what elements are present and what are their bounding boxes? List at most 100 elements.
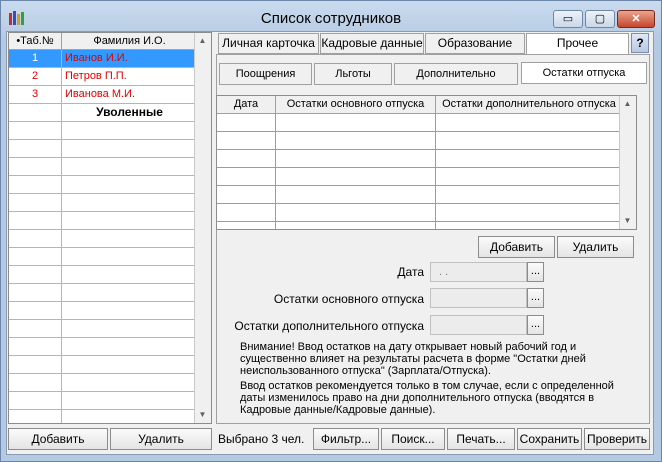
empty-cell [9, 338, 62, 355]
empty-cell [9, 122, 62, 139]
col-date[interactable]: Дата [217, 96, 276, 113]
date-label: Дата [397, 265, 424, 279]
empty-cell [9, 176, 62, 193]
employee-name: Петров П.П. [62, 68, 201, 85]
maximize-button[interactable]: ▢ [585, 10, 615, 28]
col-extra-leave[interactable]: Остатки дополнительного отпуска [436, 96, 623, 113]
empty-cell [436, 150, 623, 167]
tab-personal-card[interactable]: Личная карточка [218, 33, 319, 54]
empty-cell [276, 168, 436, 185]
leave-row-empty[interactable] [217, 168, 636, 186]
recommendation-note: Ввод остатков рекомендуется только в том… [240, 380, 614, 416]
employee-row-empty[interactable] [9, 140, 211, 158]
empty-cell [9, 320, 62, 337]
employee-name: Иванов И.И. [62, 50, 201, 67]
help-button[interactable]: ? [631, 33, 649, 53]
employee-row-empty[interactable] [9, 266, 211, 284]
col-full-name[interactable]: Фамилия И.О. [62, 33, 198, 49]
empty-cell [9, 248, 62, 265]
employee-grid-header: •Таб.№ Фамилия И.О. [9, 33, 211, 50]
maximize-icon: ▢ [594, 13, 606, 25]
subtab-benefits[interactable]: Льготы [314, 63, 392, 85]
tab-hr-data[interactable]: Кадровые данные [320, 33, 424, 54]
leave-row-empty[interactable] [217, 114, 636, 132]
empty-cell [217, 150, 276, 167]
leave-rows [217, 114, 636, 229]
subtab-leave-balance[interactable]: Остатки отпуска [521, 62, 647, 84]
scroll-down-icon[interactable]: ▼ [620, 213, 635, 229]
empty-cell [436, 114, 623, 131]
employee-row-empty[interactable] [9, 374, 211, 392]
empty-cell [276, 114, 436, 131]
employee-row-empty[interactable] [9, 302, 211, 320]
empty-cell [9, 230, 62, 247]
employee-row-empty[interactable] [9, 248, 211, 266]
leave-grid-scrollbar[interactable]: ▲ ▼ [619, 96, 636, 229]
leave-balance-grid[interactable]: Дата Остатки основного отпуска Остатки д… [216, 95, 637, 230]
leave-row-empty[interactable] [217, 204, 636, 222]
employee-row-empty[interactable] [9, 410, 211, 423]
subtab-rewards[interactable]: Поощрения [219, 63, 312, 85]
employee-delete-button[interactable]: Удалить [110, 428, 212, 450]
empty-cell [62, 356, 201, 373]
empty-cell [9, 410, 62, 423]
leave-row-empty[interactable] [217, 132, 636, 150]
employee-row-empty[interactable] [9, 158, 211, 176]
empty-cell [276, 186, 436, 203]
empty-rows [9, 122, 211, 423]
employee-row[interactable]: 1 Иванов И.И. [9, 50, 211, 68]
col-main-leave[interactable]: Остатки основного отпуска [276, 96, 436, 113]
print-button[interactable]: Печать... [447, 428, 515, 450]
empty-cell [62, 230, 201, 247]
employee-row[interactable]: 2 Петров П.П. [9, 68, 211, 86]
filter-button[interactable]: Фильтр... [313, 428, 379, 450]
employee-row-empty[interactable] [9, 284, 211, 302]
leave-add-button[interactable]: Добавить [478, 236, 555, 258]
empty-cell [276, 132, 436, 149]
extra-leave-picker-button[interactable]: ... [527, 315, 544, 335]
empty-cell [9, 140, 62, 157]
subtab-additional[interactable]: Дополнительно [394, 63, 518, 85]
leave-row-empty[interactable] [217, 150, 636, 168]
minimize-icon: ▭ [562, 13, 574, 25]
empty-cell [276, 222, 436, 229]
leave-row-empty[interactable] [217, 186, 636, 204]
col-tab-number[interactable]: •Таб.№ [9, 33, 62, 49]
extra-leave-field[interactable] [430, 315, 527, 335]
empty-cell [62, 248, 201, 265]
tab-education[interactable]: Образование [425, 33, 525, 54]
empty-cell [9, 284, 62, 301]
employee-row-empty[interactable] [9, 356, 211, 374]
scroll-down-icon[interactable]: ▼ [195, 407, 210, 423]
minimize-button[interactable]: ▭ [553, 10, 583, 28]
employee-row-empty[interactable] [9, 230, 211, 248]
fired-section-row: Уволенные [9, 104, 211, 122]
leave-delete-button[interactable]: Удалить [557, 236, 634, 258]
employee-row-empty[interactable] [9, 176, 211, 194]
employee-grid[interactable]: •Таб.№ Фамилия И.О. 1 Иванов И.И. 2 Петр… [8, 32, 212, 424]
date-field[interactable]: . . [430, 262, 527, 282]
search-button[interactable]: Поиск... [381, 428, 445, 450]
close-button[interactable]: ✕ [617, 10, 655, 28]
main-leave-field[interactable] [430, 288, 527, 308]
scroll-up-icon[interactable]: ▲ [620, 96, 635, 112]
check-button[interactable]: Проверить [584, 428, 650, 450]
employee-add-button[interactable]: Добавить [8, 428, 108, 450]
leave-row-empty[interactable] [217, 222, 636, 229]
extra-leave-label: Остатки дополнительного отпуска [234, 319, 424, 333]
scroll-up-icon[interactable]: ▲ [195, 33, 210, 49]
employee-grid-scrollbar[interactable]: ▲ ▼ [194, 33, 211, 423]
date-picker-button[interactable]: ... [527, 262, 544, 282]
save-button[interactable]: Сохранить [517, 428, 582, 450]
employee-row-empty[interactable] [9, 392, 211, 410]
tab-other[interactable]: Прочее [526, 33, 629, 55]
employee-row-empty[interactable] [9, 194, 211, 212]
main-leave-picker-button[interactable]: ... [527, 288, 544, 308]
employee-row-empty[interactable] [9, 212, 211, 230]
empty-cell [217, 168, 276, 185]
empty-cell [436, 186, 623, 203]
employee-row-empty[interactable] [9, 320, 211, 338]
employee-row-empty[interactable] [9, 338, 211, 356]
employee-row[interactable]: 3 Иванова М.И. [9, 86, 211, 104]
employee-row-empty[interactable] [9, 122, 211, 140]
